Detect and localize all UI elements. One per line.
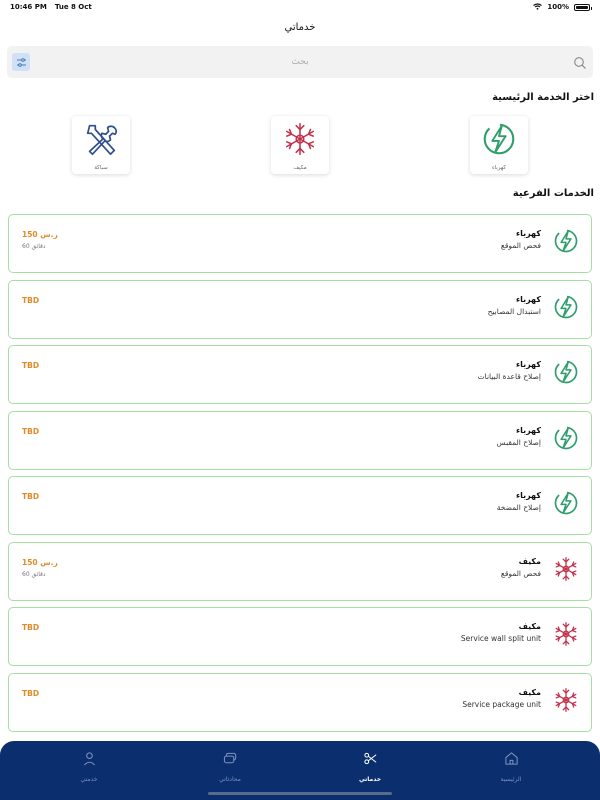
chat-icon (223, 751, 238, 770)
main-service-label: كهرباء (492, 165, 506, 171)
search-bar (7, 46, 593, 78)
sub-service-texts: كهرباء فحص الموقع (501, 228, 541, 252)
sub-service-category: كهرباء (515, 360, 541, 369)
sub-service-card[interactable]: مكيف Service wall split unit TBD (8, 607, 592, 666)
wifi-icon (533, 2, 543, 12)
sub-service-price: TBD (22, 361, 40, 370)
lightning-icon (552, 224, 580, 258)
wrench-icon (82, 120, 120, 162)
lightning-icon (552, 421, 580, 455)
page-title: خدماتي (284, 22, 316, 33)
tab-label: خدمتي (80, 776, 98, 783)
sub-service-name: استبدال المصابيح (487, 306, 541, 316)
sub-service-name: إصلاح قاعدة البيانات (477, 372, 541, 381)
sliders-icon (16, 53, 27, 72)
scissors-icon (363, 751, 378, 770)
lightning-icon (480, 120, 518, 162)
tab-label: الرئيسية (500, 776, 522, 783)
main-service-electricity[interactable]: كهرباء (470, 116, 528, 174)
sub-service-category: كهرباء (515, 491, 541, 500)
status-bar: 10:46 PM Tue 8 Oct 100% (0, 0, 600, 14)
sub-service-price: TBD (22, 295, 40, 305)
sub-service-category: كهرباء (515, 294, 541, 304)
home-indicator (208, 792, 392, 795)
tab-label: محادثاتي (219, 776, 241, 783)
sub-service-category: كهرباء (515, 425, 541, 435)
sub-service-duration: 60 دقائق (22, 243, 46, 250)
sub-service-texts: مكيف فحص الموقع (501, 556, 541, 580)
sub-service-name: فحص الموقع (500, 241, 541, 250)
battery-text: 100% (547, 3, 569, 11)
battery-icon (574, 3, 592, 11)
home-icon (504, 751, 519, 770)
sub-service-card[interactable]: مكيف Service package unit TBD (8, 672, 592, 732)
main-service-ac[interactable]: مكيف (271, 116, 329, 174)
sub-service-category: مكيف (518, 556, 541, 566)
sub-service-category: كهرباء (515, 229, 541, 238)
sub-service-price: TBD (22, 688, 40, 698)
tab-profile[interactable]: خدمتي (49, 751, 129, 783)
snowflake-icon (552, 683, 580, 717)
sub-service-card[interactable]: كهرباء فحص الموقع 150 ر.س 60 دقائق (8, 214, 592, 273)
sub-service-price: TBD (22, 492, 40, 501)
user-icon (82, 751, 97, 770)
sub-service-card[interactable]: كهرباء استبدال المصابيح TBD (8, 279, 592, 339)
sub-service-card[interactable]: كهرباء إصلاح قاعدة البيانات TBD (8, 345, 592, 404)
main-services-title: اختر الخدمة الرئيسية (492, 92, 594, 103)
sub-service-name: Service wall split unit (460, 634, 541, 643)
sub-service-price: TBD (22, 623, 40, 632)
sub-service-card[interactable]: مكيف فحص الموقع 150 ر.س 60 دقائق (8, 541, 592, 601)
sub-service-card[interactable]: كهرباء إصلاح المقبس TBD (8, 410, 592, 470)
lightning-icon (552, 486, 580, 520)
sub-services-list: كهرباء فحص الموقع 150 ر.س 60 دقائق كهربا… (8, 214, 592, 738)
sub-service-texts: كهرباء إصلاح المضخة (497, 490, 541, 514)
sub-service-category: مكيف (518, 622, 541, 631)
main-service-label: مكيف (293, 165, 307, 171)
filter-button[interactable] (12, 53, 30, 71)
lightning-icon (552, 355, 580, 389)
sub-service-card[interactable]: كهرباء إصلاح المضخة TBD (8, 476, 592, 535)
snowflake-icon (552, 617, 580, 651)
sub-service-price: TBD (22, 426, 40, 436)
tab-home[interactable]: الرئيسية (471, 751, 551, 783)
sub-service-name: فحص الموقع (500, 568, 541, 578)
sub-services-title: الخدمات الفرعية (512, 188, 594, 199)
sub-service-name: Service package unit (462, 699, 541, 709)
sub-service-category: مكيف (518, 687, 541, 697)
sub-service-texts: كهرباء إصلاح المقبس (497, 425, 541, 449)
sub-service-price: 150 ر.س (22, 557, 58, 567)
sub-service-texts: كهرباء استبدال المصابيح (488, 294, 541, 318)
tab-chats[interactable]: محادثاتي (190, 751, 270, 783)
main-service-label: سباكة (94, 165, 108, 171)
status-date: Tue 8 Oct (54, 3, 92, 11)
tab-label: خدماتي (358, 776, 382, 783)
sub-service-texts: مكيف Service package unit (462, 687, 541, 711)
status-time: 10:46 PM (10, 3, 47, 11)
sub-service-texts: مكيف Service wall split unit (461, 621, 541, 645)
sub-service-texts: كهرباء إصلاح قاعدة البيانات (478, 359, 541, 383)
sub-service-duration: 60 دقائق (22, 570, 46, 578)
lightning-icon (552, 290, 580, 324)
search-icon[interactable] (573, 55, 587, 69)
main-service-plumbing[interactable]: سباكة (72, 116, 130, 174)
snowflake-icon (552, 552, 580, 586)
sub-service-price: 150 ر.س (22, 230, 58, 239)
snowflake-icon (281, 120, 319, 162)
tab-my-services[interactable]: خدماتي (330, 751, 410, 783)
sub-service-name: إصلاح المقبس (496, 437, 541, 447)
search-input[interactable] (37, 46, 563, 78)
sub-service-name: إصلاح المضخة (496, 503, 541, 512)
